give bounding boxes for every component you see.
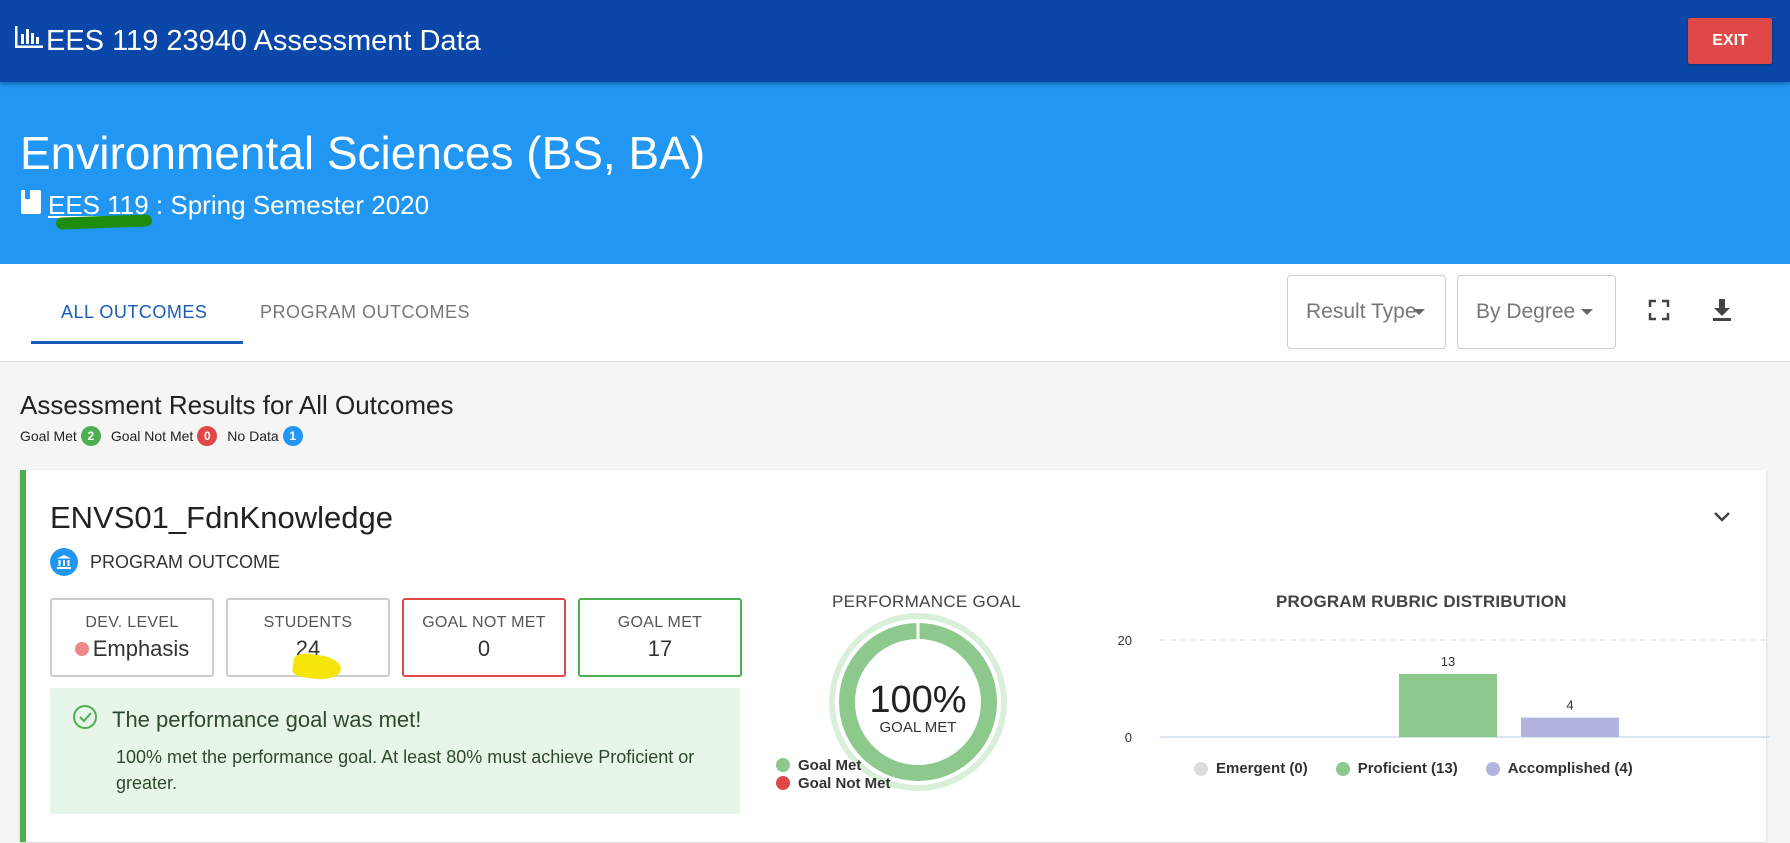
bar-accomplished	[1521, 717, 1619, 737]
dev-level-stat: DEV. LEVEL Emphasis	[50, 598, 214, 677]
summary-legend: Goal Met 2 Goal Not Met 0 No Data 1	[20, 426, 313, 446]
section-title: Assessment Results for All Outcomes	[20, 390, 454, 420]
check-circle-icon	[72, 704, 112, 736]
no-data-badge: 1	[282, 426, 303, 446]
caret-down-icon	[1581, 309, 1594, 315]
outcome-type: PROGRAM OUTCOME	[50, 548, 280, 576]
donut-legend: Goal Met Goal Not Met	[776, 756, 891, 792]
tab-all-outcomes[interactable]: ALL OUTCOMES	[61, 302, 207, 323]
download-button[interactable]	[1702, 292, 1742, 332]
goal-met-stat-label: GOAL MET	[617, 614, 703, 631]
result-type-label: Result Type	[1306, 300, 1417, 323]
fullscreen-button[interactable]	[1639, 292, 1679, 332]
bar-proficient	[1399, 673, 1497, 737]
green-highlight-mark	[55, 214, 153, 230]
goal-not-met-stat-value: 0	[477, 636, 491, 661]
goal-not-met-stat-label: GOAL NOT MET	[422, 614, 546, 631]
outcome-type-label: PROGRAM OUTCOME	[90, 551, 281, 572]
by-degree-select[interactable]: By Degree	[1457, 275, 1616, 349]
bar-value-label: 13	[1441, 654, 1455, 669]
course-subtitle: EES 119 : Spring Semester 2020	[20, 189, 1790, 230]
goal-met-badge: 2	[80, 426, 101, 446]
course-link[interactable]: EES 119	[48, 190, 153, 230]
goal-not-met-badge: 0	[197, 426, 218, 446]
top-app-bar: EES 119 23940 Assessment Data EXIT	[0, 0, 1790, 82]
legend-emergent[interactable]: Emergent (0)	[1194, 760, 1308, 777]
fullscreen-icon	[1648, 299, 1670, 326]
dev-level-value: Emphasis	[92, 636, 190, 661]
chevron-down-icon	[1712, 511, 1732, 528]
dev-level-label: DEV. LEVEL	[85, 614, 179, 631]
outcome-card: ENVS01_FdnKnowledge PROGRAM OUTCOME DEV.…	[20, 470, 1770, 842]
expand-toggle[interactable]	[1712, 510, 1732, 529]
institution-icon	[50, 548, 78, 576]
y-tick-label: 0	[1125, 730, 1132, 745]
outcome-title: ENVS01_FdnKnowledge	[50, 500, 393, 535]
by-degree-label: By Degree	[1476, 300, 1576, 323]
main-content: Assessment Results for All Outcomes Goal…	[0, 362, 1790, 843]
program-hero: Environmental Sciences (BS, BA) EES 119 …	[0, 82, 1790, 264]
bar-chart-icon	[14, 24, 46, 58]
donut-caption: GOAL MET	[880, 719, 957, 736]
legend-goal-not-met[interactable]: Goal Not Met	[776, 774, 891, 792]
app-title-group: EES 119 23940 Assessment Data	[14, 24, 481, 58]
emphasis-dot	[74, 642, 89, 656]
goal-message-heading: The performance goal was met!	[112, 707, 422, 732]
bar-value-label: 4	[1566, 698, 1573, 713]
legend-accomplished[interactable]: Accomplished (4)	[1485, 760, 1633, 777]
students-label: STUDENTS	[263, 614, 353, 631]
y-tick-label: 20	[1118, 633, 1132, 648]
exit-button[interactable]: EXIT	[1688, 18, 1772, 64]
performance-goal-title: PERFORMANCE GOAL	[832, 592, 1021, 611]
legend-proficient[interactable]: Proficient (13)	[1335, 760, 1458, 777]
active-tab-indicator	[31, 341, 243, 344]
app-title: EES 119 23940 Assessment Data	[46, 24, 481, 57]
goal-met-message: The performance goal was met! 100% met t…	[50, 688, 740, 814]
book-icon	[20, 189, 42, 222]
goal-met-stat-value: 17	[647, 636, 673, 661]
no-data-label: No Data	[227, 428, 279, 444]
rubric-chart-title: PROGRAM RUBRIC DISTRIBUTION	[1276, 592, 1567, 611]
term-label: : Spring Semester 2020	[148, 190, 430, 220]
result-type-select[interactable]: Result Type	[1287, 275, 1446, 349]
goal-not-met-stat: GOAL NOT MET 0	[402, 598, 566, 677]
tabs-bar: ALL OUTCOMES PROGRAM OUTCOMES Result Typ…	[0, 264, 1790, 362]
rubric-bar-chart: 0 20 13 4	[1118, 633, 1770, 745]
goal-met-label: Goal Met	[20, 428, 77, 444]
program-title: Environmental Sciences (BS, BA)	[20, 127, 706, 179]
download-icon	[1711, 298, 1733, 327]
goal-met-stat: GOAL MET 17	[578, 598, 742, 677]
tab-program-outcomes[interactable]: PROGRAM OUTCOMES	[260, 302, 470, 323]
donut-percent: 100%	[869, 679, 966, 721]
caret-down-icon	[1412, 309, 1425, 315]
goal-not-met-label: Goal Not Met	[110, 428, 194, 444]
rubric-legend: Emergent (0) Proficient (13) Accomplishe…	[1194, 760, 1661, 777]
legend-goal-met[interactable]: Goal Met	[776, 756, 891, 774]
goal-message-text: 100% met the performance goal. At least …	[116, 747, 695, 793]
